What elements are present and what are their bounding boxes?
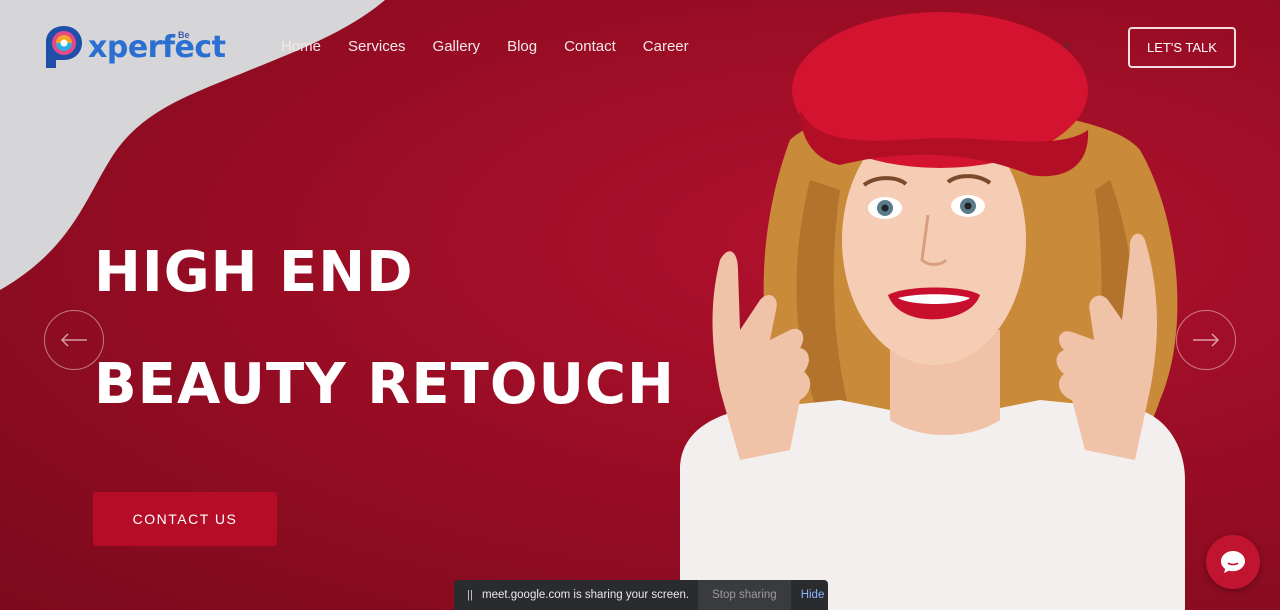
nav-gallery[interactable]: Gallery	[433, 38, 481, 55]
logo-icon	[46, 26, 82, 68]
nav-home[interactable]: Home	[281, 38, 321, 55]
pause-icon: ||	[467, 589, 473, 601]
contact-us-button[interactable]: CONTACT US	[93, 492, 277, 546]
slider-prev-button[interactable]	[44, 310, 104, 370]
arrow-right-icon	[1193, 333, 1220, 347]
stop-sharing-button[interactable]: Stop sharing	[698, 580, 791, 610]
hero-headline-line2: BEAUTY RETOUCH	[94, 352, 675, 417]
nav-contact[interactable]: Contact	[564, 38, 616, 55]
screen-share-bar: || meet.google.com is sharing your scree…	[454, 580, 828, 610]
nav-services[interactable]: Services	[348, 38, 406, 55]
logo-subtext: Be	[178, 30, 190, 40]
arrow-left-icon	[60, 333, 87, 347]
hero-slider: xperfect Be Home Services Gallery Blog C…	[0, 0, 1280, 610]
site-logo[interactable]: xperfect	[44, 24, 226, 70]
share-message: meet.google.com is sharing your screen.	[482, 589, 690, 601]
hide-button[interactable]: Hide	[801, 589, 825, 601]
chat-widget-button[interactable]	[1206, 535, 1260, 589]
chat-bubble-icon	[1221, 551, 1245, 573]
hero-headline-line1: HIGH END	[94, 240, 414, 305]
logo-text: xperfect	[88, 29, 226, 65]
nav-blog[interactable]: Blog	[507, 38, 537, 55]
hero-woman-image	[680, 12, 1185, 610]
slider-next-button[interactable]	[1176, 310, 1236, 370]
